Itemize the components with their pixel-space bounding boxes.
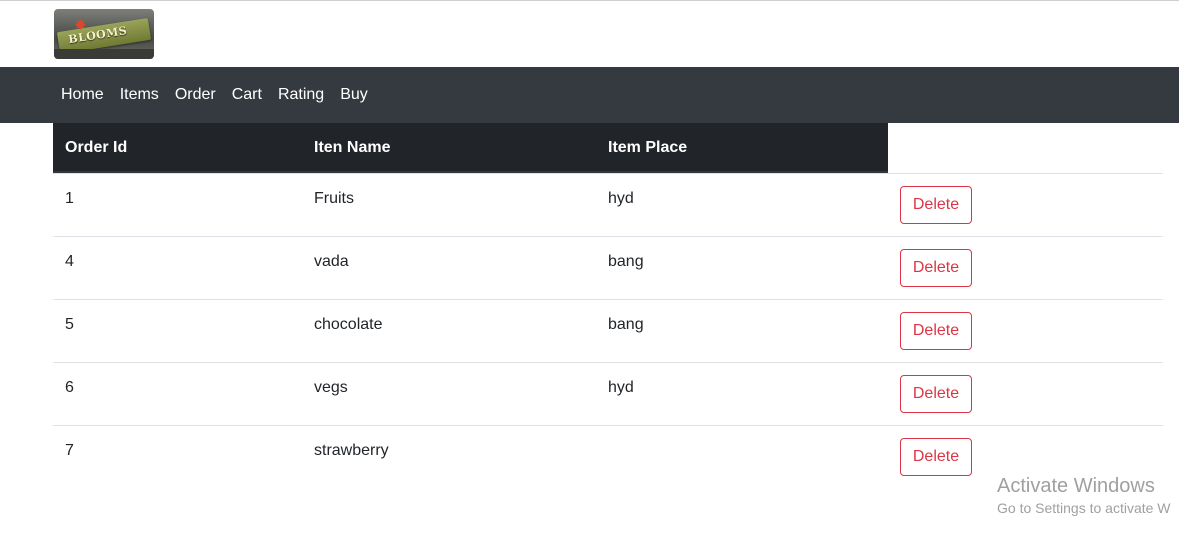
cell-item-name: Fruits (314, 190, 354, 207)
watermark-subtitle: Go to Settings to activate W (997, 500, 1171, 516)
nav-order[interactable]: Order (167, 67, 224, 123)
header-item-name: Iten Name (314, 139, 391, 156)
cell-item-place: bang (608, 253, 644, 270)
cell-order-id: 4 (65, 253, 74, 270)
logo-bar (54, 49, 154, 59)
table-header-background (53, 123, 888, 173)
nav-cart[interactable]: Cart (224, 67, 270, 123)
cell-item-place: bang (608, 316, 644, 333)
cell-item-name: chocolate (314, 316, 383, 333)
brand-logo[interactable]: ✸ BLOOMS (54, 9, 154, 59)
watermark-title: Activate Windows (997, 475, 1155, 497)
header-item-place: Item Place (608, 139, 688, 156)
cell-order-id: 7 (65, 442, 74, 459)
cell-order-id: 1 (65, 190, 74, 207)
table-row: 6 vegs hyd Delete (53, 362, 1163, 425)
delete-button[interactable]: Delete (900, 375, 972, 413)
cell-item-name: vada (314, 253, 349, 270)
table-row: 5 chocolate bang Delete (53, 299, 1163, 362)
nav-buy[interactable]: Buy (332, 67, 376, 123)
navbar: Home Items Order Cart Rating Buy (0, 67, 1179, 123)
nav-items[interactable]: Items (112, 67, 167, 123)
windows-activation-watermark: Activate Windows Go to Settings to activ… (997, 474, 1171, 518)
cell-item-place: hyd (608, 190, 634, 207)
cell-order-id: 5 (65, 316, 74, 333)
cell-item-place: hyd (608, 379, 634, 396)
cell-order-id: 6 (65, 379, 74, 396)
cell-item-name: strawberry (314, 442, 389, 459)
delete-button[interactable]: Delete (900, 438, 972, 476)
nav-menu: Home Items Order Cart Rating Buy (53, 67, 376, 123)
table-header: Order Id Iten Name Item Place (53, 123, 1163, 173)
table-row: 1 Fruits hyd Delete (53, 173, 1163, 236)
orders-table: Order Id Iten Name Item Place 1 Fruits h… (53, 123, 1163, 488)
header-order-id: Order Id (65, 139, 128, 156)
delete-button[interactable]: Delete (900, 312, 972, 350)
delete-button[interactable]: Delete (900, 249, 972, 287)
table-row: 4 vada bang Delete (53, 236, 1163, 299)
delete-button[interactable]: Delete (900, 186, 972, 224)
cell-item-name: vegs (314, 379, 348, 396)
nav-rating[interactable]: Rating (270, 67, 332, 123)
top-rule (0, 0, 1179, 1)
nav-home[interactable]: Home (53, 67, 112, 123)
